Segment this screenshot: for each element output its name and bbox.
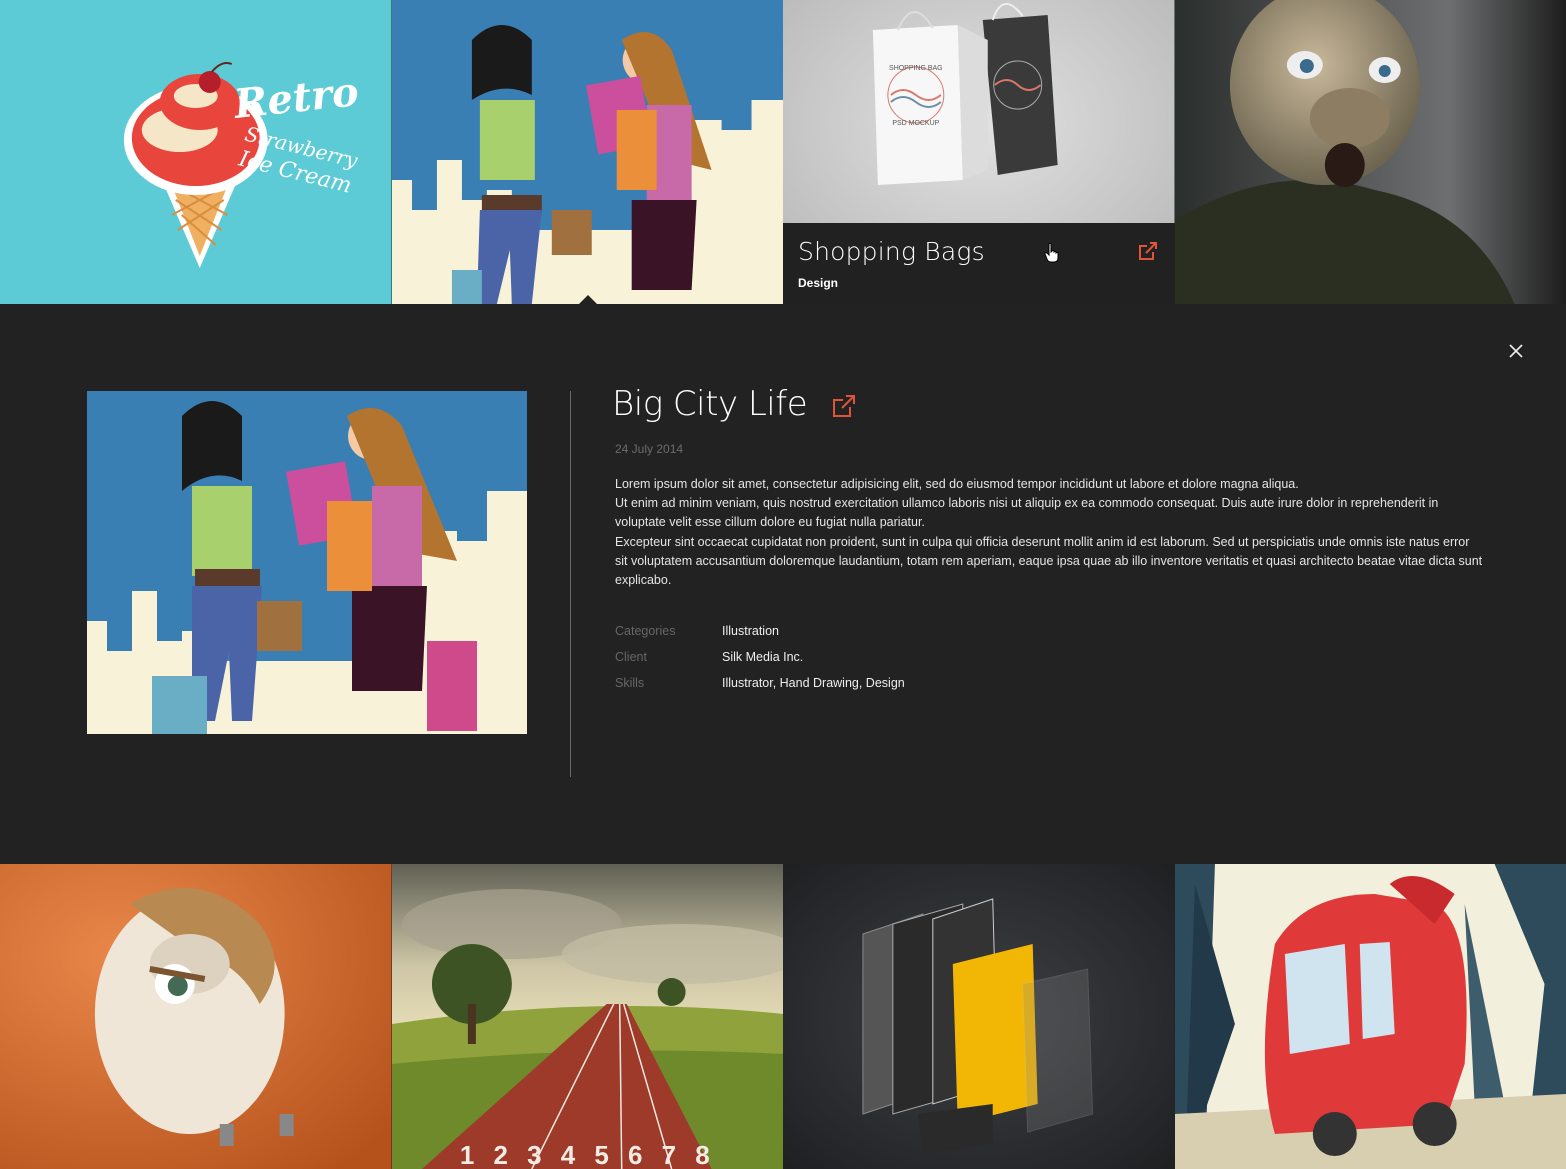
- hover-caption-category: Design: [798, 276, 839, 290]
- landscape-track-image: 1 2 3 4 5 6 7 8: [391, 864, 783, 1169]
- detail-title: Big City Life: [612, 384, 808, 424]
- meta-value: Illustration: [722, 624, 779, 638]
- portfolio-row-bottom: 1 2 3 4 5 6 7 8: [0, 864, 1566, 1169]
- hover-caption-title: Shopping Bags: [798, 237, 985, 266]
- active-item-pointer: [578, 295, 598, 305]
- detail-divider: [570, 391, 571, 777]
- portfolio-tile-landscape[interactable]: 1 2 3 4 5 6 7 8: [391, 864, 783, 1169]
- detail-date: 24 July 2014: [615, 442, 684, 456]
- portfolio-tile-character[interactable]: [1174, 0, 1566, 304]
- external-link-icon[interactable]: [1137, 240, 1159, 262]
- character-portrait-image: [1174, 0, 1566, 304]
- portfolio-tile-big-city-life[interactable]: [391, 0, 783, 304]
- poster-mockup-image: [783, 864, 1175, 1169]
- detail-image: [87, 391, 527, 734]
- meta-row-client: Client Silk Media Inc.: [615, 650, 905, 676]
- meta-value: Silk Media Inc.: [722, 650, 804, 664]
- portfolio-tile-retro-ice-cream[interactable]: Retro Strawberry Ice Cream: [0, 0, 392, 304]
- detail-paragraph: Lorem ipsum dolor sit amet, consectetur …: [615, 477, 1299, 491]
- meta-row-categories: Categories Illustration: [615, 624, 905, 650]
- meta-row-skills: Skills Illustrator, Hand Drawing, Design: [615, 676, 905, 702]
- detail-description: Lorem ipsum dolor sit amet, consectetur …: [615, 475, 1485, 590]
- hand-cursor-icon: [1044, 243, 1059, 263]
- portfolio-tile-poster-mockup[interactable]: [783, 864, 1175, 1169]
- bag-label-2: PSD MOCKUP: [892, 120, 939, 127]
- meta-label: Client: [615, 650, 647, 664]
- portfolio-tile-red-vehicle[interactable]: [1174, 864, 1566, 1169]
- external-link-icon[interactable]: [831, 393, 857, 419]
- big-city-life-thumbnail: [391, 0, 783, 304]
- bag-label-1: SHOPPING BAG: [889, 65, 943, 72]
- detail-meta-list: Categories Illustration Client Silk Medi…: [615, 624, 905, 702]
- portfolio-tile-ram[interactable]: [0, 864, 392, 1169]
- big-city-life-image: [87, 391, 527, 734]
- track-numbers: 1 2 3 4 5 6 7 8: [459, 1140, 715, 1169]
- detail-paragraph: Excepteur sint occaecat cupidatat non pr…: [615, 534, 1483, 588]
- hover-caption[interactable]: Shopping Bags Design: [783, 223, 1175, 304]
- portfolio-tile-shopping-bags[interactable]: SHOPPING BAG PSD MOCKUP Shopping Bags De…: [783, 0, 1175, 304]
- close-icon[interactable]: [1507, 342, 1525, 360]
- ram-character-image: [0, 864, 392, 1169]
- retro-ice-cream-image: Retro Strawberry Ice Cream: [0, 0, 392, 304]
- meta-label: Categories: [615, 624, 676, 638]
- meta-value: Illustrator, Hand Drawing, Design: [722, 676, 905, 690]
- portfolio-row-top: Retro Strawberry Ice Cream SHOPPING BAG …: [0, 0, 1566, 304]
- meta-label: Skills: [615, 676, 645, 690]
- detail-paragraph: Ut enim ad minim veniam, quis nostrud ex…: [615, 496, 1439, 530]
- red-vehicle-image: [1174, 864, 1566, 1169]
